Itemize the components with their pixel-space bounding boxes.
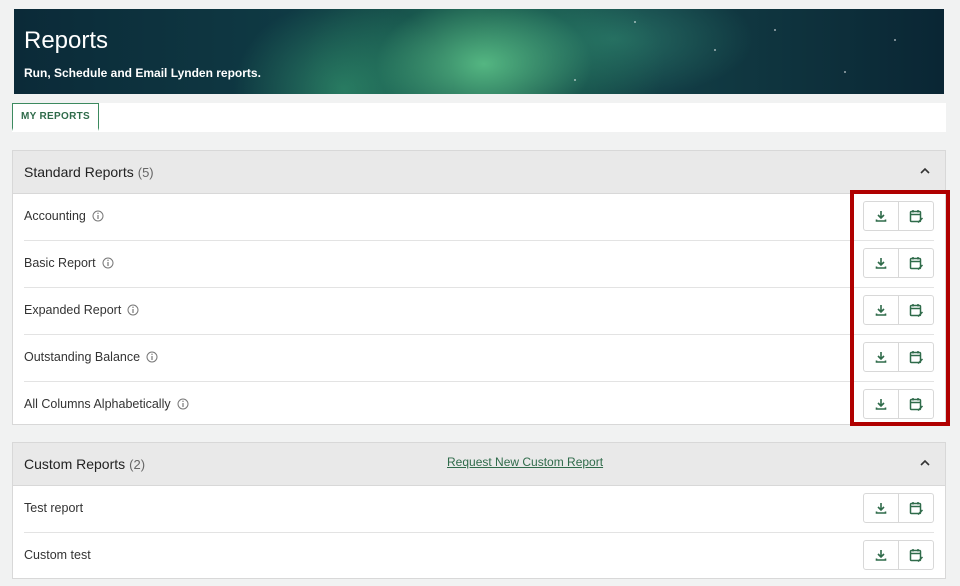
standard-reports-title: Standard Reports (5) [24, 164, 154, 180]
calendar-schedule-icon [909, 548, 923, 562]
custom-reports-title-text: Custom Reports [24, 456, 126, 472]
report-label-text: Accounting [24, 209, 86, 223]
standard-reports-panel: Standard Reports (5) Accounting Basic Rep… [12, 150, 946, 425]
report-row-test-report: Test report [24, 486, 934, 533]
report-label: Custom test [24, 548, 91, 562]
page-title: Reports [24, 27, 109, 54]
report-actions [863, 493, 934, 523]
download-button[interactable] [864, 541, 898, 569]
schedule-button[interactable] [898, 541, 933, 569]
report-row-expanded-report: Expanded Report [24, 288, 934, 335]
report-label-text: Basic Report [24, 256, 96, 270]
report-label-text: Expanded Report [24, 303, 122, 317]
custom-reports-title: Custom Reports (2) [24, 456, 145, 472]
report-label-text: All Columns Alphabetically [24, 397, 171, 411]
page-subtitle: Run, Schedule and Email Lynden reports. [24, 66, 261, 80]
report-row-basic-report: Basic Report [24, 241, 934, 288]
info-icon[interactable] [92, 210, 104, 222]
report-row-custom-test: Custom test [24, 533, 934, 579]
standard-reports-title-text: Standard Reports [24, 164, 134, 180]
report-row-all-columns-alphabetically: All Columns Alphabetically [24, 382, 934, 428]
action-buttons-highlight [850, 190, 950, 426]
info-icon[interactable] [177, 398, 189, 410]
custom-reports-count: (2) [129, 457, 146, 472]
report-label: Test report [24, 501, 84, 515]
report-row-accounting: Accounting [24, 194, 934, 241]
report-label: Accounting [24, 209, 104, 223]
request-custom-report-link[interactable]: Request New Custom Report [447, 455, 603, 469]
chevron-up-icon[interactable] [919, 457, 931, 469]
report-label: Expanded Report [24, 303, 139, 317]
standard-reports-header[interactable]: Standard Reports (5) [13, 151, 945, 194]
info-icon[interactable] [127, 304, 139, 316]
report-label-text: Outstanding Balance [24, 350, 141, 364]
report-label: All Columns Alphabetically [24, 397, 189, 411]
custom-reports-panel: Custom Reports (2) Request New Custom Rep… [12, 442, 946, 579]
report-row-outstanding-balance: Outstanding Balance [24, 335, 934, 382]
tab-bar: MY REPORTS [12, 103, 946, 132]
tab-my-reports[interactable]: MY REPORTS [12, 103, 99, 131]
schedule-button[interactable] [898, 494, 933, 522]
custom-reports-header[interactable]: Custom Reports (2) Request New Custom Rep… [13, 443, 945, 486]
standard-reports-count: (5) [137, 165, 154, 180]
download-icon [875, 503, 887, 514]
download-button[interactable] [864, 494, 898, 522]
report-actions [863, 540, 934, 570]
page-banner: Reports Run, Schedule and Email Lynden r… [14, 9, 944, 94]
download-icon [875, 550, 887, 561]
report-label: Basic Report [24, 256, 114, 270]
info-icon[interactable] [146, 351, 158, 363]
calendar-schedule-icon [909, 501, 923, 515]
report-label: Outstanding Balance [24, 350, 158, 364]
chevron-up-icon[interactable] [919, 165, 931, 177]
info-icon[interactable] [102, 257, 114, 269]
